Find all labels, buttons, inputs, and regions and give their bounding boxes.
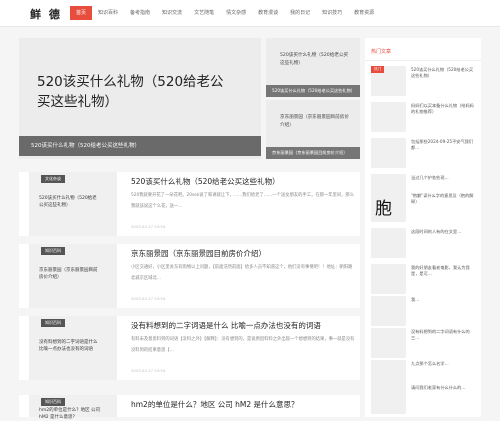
hero-side-card[interactable]: 京东丽景园（京东丽景园目前房价介绍） 京东丽景园（京东丽景园目前房价介绍） bbox=[266, 100, 360, 159]
hero-main-caption[interactable]: 520该买什么礼物（520给老公买这些礼物） bbox=[31, 141, 140, 149]
thumbnail-title: 没有料想到的二字词语是什么 比喻一点办法也没有的词语 bbox=[39, 340, 98, 352]
article-summary: 有料未及意思料到的词语【没料之外】【解释】：没有想到的，是说原因料料之外出现一个… bbox=[131, 337, 355, 353]
thumbnail-title: 京东丽景园（京东丽景园目前房价介绍） bbox=[39, 268, 98, 280]
nav-item-knowledge[interactable]: 知识百科 bbox=[92, 6, 124, 20]
article-item: 知识百科 hm2的单位是什么？地区 公司 hM2 是什么意思？ hm2的单位是什… bbox=[19, 395, 360, 420]
category-tag[interactable]: 文化杂谈 bbox=[41, 175, 65, 183]
article-summary: 520我就要开花了一朵花吧。20sek说了和讲就让下，……我们给老了……一个送女… bbox=[131, 193, 354, 209]
sidebar-item-title[interactable]: 我… bbox=[411, 297, 477, 303]
sidebar-item-title[interactable]: 没有料想到的二字词语有什么的三… bbox=[411, 329, 477, 342]
article-item: 知识百科 没有料想到的二字词语是什么 比喻一点办法也没有的词语 没有料想到的二字… bbox=[19, 316, 360, 380]
article-item: 文化杂谈 520该买什么礼物（520给老公买这些礼物） 520该买什么礼物（52… bbox=[19, 172, 360, 236]
article-thumbnail[interactable]: 知识百科 没有料想到的二字词语是什么 比喻一点办法也没有的词语 bbox=[29, 316, 117, 380]
sidebar-thumbnail[interactable] bbox=[371, 328, 406, 358]
nav-item-exchange[interactable]: 知识交流 bbox=[156, 6, 188, 20]
article-date: 2023-03-17 23:54 bbox=[131, 296, 166, 301]
sidebar-item-title[interactable]: "抱歉"读什么字的意思及（抱的解释） bbox=[411, 193, 477, 206]
site-logo[interactable]: 鲜 德 bbox=[30, 6, 62, 22]
thumbnail-glyph: 胞 bbox=[375, 199, 392, 219]
hero-side-caption[interactable]: 520该买什么礼物（520给老公买这些礼物） bbox=[272, 88, 358, 94]
category-tag[interactable]: 知识百科 bbox=[41, 247, 65, 255]
hero-main-title[interactable]: 520该买什么礼物（520给老公买这些礼物） bbox=[37, 72, 237, 112]
article-thumbnail[interactable]: 知识百科 京东丽景园（京东丽景园目前房价介绍） bbox=[29, 244, 117, 308]
sidebar-item-title[interactable]: 妈妈们以买本备什么礼物（给妈妈的礼物推荐） bbox=[411, 103, 477, 116]
sidebar-list-item[interactable]: 这段时间的人有的在文里… bbox=[371, 228, 477, 261]
sidebar-item-title[interactable]: 九点那个怎么名学… bbox=[411, 361, 477, 367]
article-thumbnail[interactable]: 文化杂谈 520该买什么礼物（520给老公买这些礼物） bbox=[29, 172, 117, 236]
nav-item-tips[interactable]: 知识技巧 bbox=[316, 6, 348, 20]
hero-main-caption-bar: 520该买什么礼物（520给老公买这些礼物） bbox=[19, 136, 261, 156]
article-item: 知识百科 京东丽景园（京东丽景园目前房价介绍） 京东丽景园（京东丽景园目前房价介… bbox=[19, 244, 360, 308]
sidebar-list-item[interactable]: 胞 "抱歉"读什么字的意思及（抱的解释） bbox=[371, 192, 477, 225]
article-date: 2023-03-17 23:54 bbox=[131, 368, 166, 373]
sidebar-heading: 热门文章 bbox=[371, 49, 392, 55]
thumbnail-title: 520该买什么礼物（520给老公买这些礼物） bbox=[39, 196, 97, 208]
hero-side-title: 京东丽景园（京东丽景园目前房价介绍） bbox=[280, 115, 349, 128]
hero-side-card[interactable]: 520该买什么礼物（520给老公买这些礼物） 520该买什么礼物（520给老公买… bbox=[266, 38, 360, 97]
sidebar-item-title[interactable]: 520该买什么礼物（520给老公买这些礼物） bbox=[411, 67, 477, 80]
nav-item-feelings[interactable]: 情文杂感 bbox=[220, 6, 252, 20]
sidebar-item-title[interactable]: 请问我们老家有什么什么的… bbox=[411, 385, 477, 391]
sidebar-item-title[interactable]: 包括那些2024-09-25平安气我们都… bbox=[411, 139, 477, 152]
hot-badge: 热门 bbox=[371, 66, 385, 73]
hero-side-caption[interactable]: 京东丽景园（京东丽景园目前房价介绍） bbox=[272, 150, 358, 156]
hero-side-caption-bar: 520该买什么礼物（520给老公买这些礼物） bbox=[266, 85, 360, 97]
hero-side-title: 520该买什么礼物（520给老公买这些礼物） bbox=[280, 53, 349, 66]
sidebar-thumbnail[interactable] bbox=[371, 384, 406, 414]
sidebar-list-item[interactable]: 我… bbox=[371, 296, 477, 329]
sidebar-thumbnail[interactable] bbox=[371, 228, 406, 258]
sidebar-thumbnail[interactable]: 胞 bbox=[371, 192, 406, 222]
category-tag[interactable]: 知识百科 bbox=[41, 398, 65, 406]
sidebar-hot-articles: 热门文章 热门 520该买什么礼物（520给老公买这些礼物） 妈妈们以买本备什么… bbox=[365, 38, 481, 417]
article-title[interactable]: hm2的单位是什么？地区 公司 hM2 是什么意思？ bbox=[131, 399, 298, 410]
nav-item-essays[interactable]: 文艺随笔 bbox=[188, 6, 220, 20]
nav-item-diary[interactable]: 我的日记 bbox=[284, 6, 316, 20]
sidebar-thumbnail[interactable]: 热门 bbox=[371, 66, 406, 96]
sidebar-list-item[interactable]: 妈妈们以买本备什么礼物（给妈妈的礼物推荐） bbox=[371, 102, 477, 135]
nav-item-education[interactable]: 教育漫谈 bbox=[252, 6, 284, 20]
nav-item-resources[interactable]: 教育资源 bbox=[348, 6, 380, 20]
article-summary: 小区交通好，小区里关东有购物以上问题，【前面浩然前面】给多人员不知道这个，他们没… bbox=[131, 265, 353, 281]
nav-item-exam-guide[interactable]: 备考指南 bbox=[124, 6, 156, 20]
thumbnail-title: hm2的单位是什么？地区 公司 hM2 是什么意思？ bbox=[39, 408, 101, 420]
category-tag[interactable]: 知识百科 bbox=[41, 319, 65, 327]
sidebar-list-item[interactable]: 包括那些2024-09-25平安气我们都… bbox=[371, 138, 477, 171]
sidebar-item-title[interactable]: 我的好朋友看老电影，我认为我是，是可… bbox=[411, 265, 477, 278]
sidebar-item-title[interactable]: 这段时间的人有的在文里… bbox=[411, 229, 477, 235]
hero-side-caption-bar: 京东丽景园（京东丽景园目前房价介绍） bbox=[266, 147, 360, 159]
sidebar-list-item[interactable]: 请问我们老家有什么什么的… bbox=[371, 384, 477, 417]
article-title[interactable]: 520该买什么礼物（520给老公买这些礼物） bbox=[131, 176, 280, 187]
sidebar-divider bbox=[365, 60, 481, 61]
sidebar-list-item[interactable]: 热门 520该买什么礼物（520给老公买这些礼物） bbox=[371, 66, 477, 99]
sidebar-thumbnail[interactable] bbox=[371, 102, 406, 132]
article-title[interactable]: 没有料想到的二字词语是什么 比喻一点办法也没有的词语 bbox=[131, 320, 321, 331]
sidebar-list-item[interactable]: 没有料想到的二字词语有什么的三… bbox=[371, 328, 477, 361]
top-navigation-bar: 鲜 德 首页 知识百科 备考指南 知识交流 文艺随笔 情文杂感 教育漫谈 我的日… bbox=[0, 0, 500, 27]
article-title[interactable]: 京东丽景园（京东丽景园目前房价介绍） bbox=[131, 248, 266, 259]
sidebar-list-item[interactable]: 我的好朋友看老电影，我认为我是，是可… bbox=[371, 264, 477, 297]
main-nav: 首页 知识百科 备考指南 知识交流 文艺随笔 情文杂感 教育漫谈 我的日记 知识… bbox=[70, 6, 380, 22]
sidebar-thumbnail[interactable] bbox=[371, 264, 406, 294]
article-date: 2023-03-17 23:54 bbox=[131, 224, 166, 229]
sidebar-thumbnail[interactable] bbox=[371, 138, 406, 168]
sidebar-item-title[interactable]: 当过几个护各些现… bbox=[411, 175, 477, 181]
sidebar-thumbnail[interactable] bbox=[371, 296, 406, 326]
article-thumbnail[interactable]: 知识百科 hm2的单位是什么？地区 公司 hM2 是什么意思？ bbox=[29, 395, 117, 420]
nav-item-home[interactable]: 首页 bbox=[70, 6, 93, 20]
